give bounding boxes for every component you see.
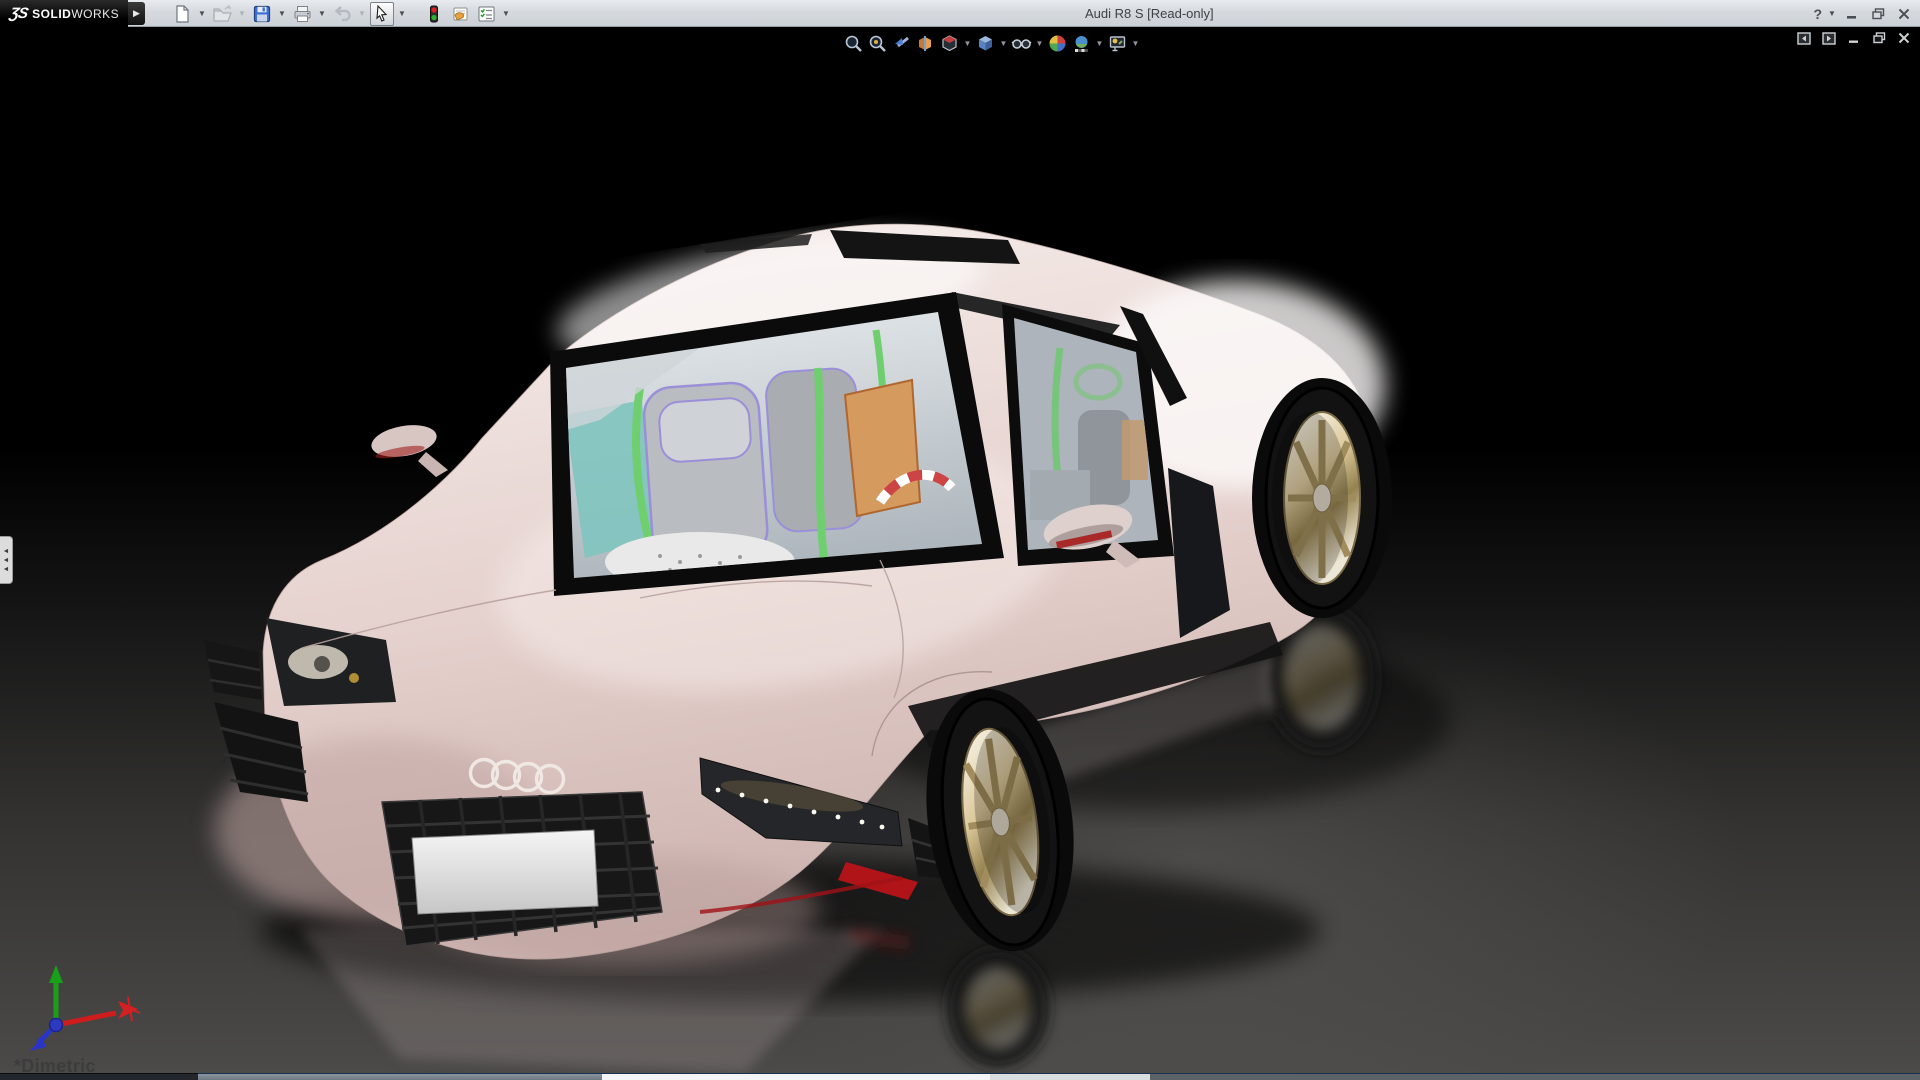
view-settings-dropdown[interactable]: ▼ xyxy=(1130,32,1141,55)
solidworks-window: ƷS SOLID WORKS ▶ ▼ ▼ ▼ ▼ ▼ ▼ ▼ Audi R8 S… xyxy=(0,0,1920,1080)
viewport-canvas[interactable]: ▼ ▼ ▼ ▼ ▼ ◄ ◄ ◄ *Dimetric xyxy=(0,27,1920,1073)
status-segment xyxy=(198,1074,602,1080)
previous-view-icon[interactable] xyxy=(890,32,913,55)
collapse-arrow-icon: ◄ xyxy=(2,547,10,555)
print-icon[interactable] xyxy=(290,2,314,26)
heads-up-view-toolbar: ▼ ▼ ▼ ▼ ▼ xyxy=(842,30,1141,56)
status-segment xyxy=(1150,1074,1920,1080)
status-segment xyxy=(602,1074,990,1080)
doc-restore-icon[interactable] xyxy=(1871,31,1887,45)
undo-dropdown[interactable]: ▼ xyxy=(356,2,368,26)
help-dropdown[interactable]: ▼ xyxy=(1828,2,1836,26)
hide-show-items-dropdown[interactable]: ▼ xyxy=(1034,32,1045,55)
rear-wheel[interactable] xyxy=(1252,378,1392,618)
view-orientation-dropdown[interactable]: ▼ xyxy=(962,32,973,55)
car-model[interactable] xyxy=(0,27,1920,1073)
undo-icon[interactable] xyxy=(330,2,354,26)
view-settings-icon[interactable] xyxy=(1106,32,1129,55)
help-icon[interactable]: ? xyxy=(1813,6,1822,22)
collapse-arrow-icon: ◄ xyxy=(2,565,10,573)
status-segment xyxy=(0,1073,198,1080)
doc-minimize-icon[interactable] xyxy=(1846,31,1862,45)
save-icon[interactable] xyxy=(250,2,274,26)
left-mirror xyxy=(371,425,448,477)
hide-show-items-icon[interactable] xyxy=(1010,32,1033,55)
status-segment xyxy=(990,1074,1150,1080)
select-cursor-icon[interactable] xyxy=(370,1,394,26)
open-document-icon[interactable] xyxy=(210,2,234,26)
menu-expand-tab[interactable]: ▶ xyxy=(128,2,145,25)
zoom-to-area-icon[interactable] xyxy=(866,32,889,55)
select-cursor-dropdown[interactable]: ▼ xyxy=(396,2,408,26)
app-minimize-icon[interactable] xyxy=(1842,4,1862,24)
apply-scene-dropdown[interactable]: ▼ xyxy=(1094,32,1105,55)
doc-close-icon[interactable] xyxy=(1896,31,1912,45)
feature-manager-collapsed-tab[interactable]: ◄ ◄ ◄ xyxy=(0,536,13,584)
pane-right-toggle-icon[interactable] xyxy=(1821,31,1837,45)
brand-mark: ƷS xyxy=(8,5,29,22)
window-title: Audi R8 S [Read-only] xyxy=(1085,6,1214,21)
traffic-light-icon[interactable] xyxy=(422,2,446,26)
brand-solid: SOLID xyxy=(32,6,72,21)
title-bar: ƷS SOLID WORKS ▶ ▼ ▼ ▼ ▼ ▼ ▼ ▼ Audi R8 S… xyxy=(0,0,1920,27)
edit-appearance-icon[interactable] xyxy=(1046,32,1069,55)
save-dropdown[interactable]: ▼ xyxy=(276,2,288,26)
print-dropdown[interactable]: ▼ xyxy=(316,2,328,26)
view-orientation-label: *Dimetric xyxy=(14,1056,96,1073)
titlebar-window-controls: ? ▼ xyxy=(1813,0,1914,27)
new-document-dropdown[interactable]: ▼ xyxy=(196,2,208,26)
pane-left-toggle-icon[interactable] xyxy=(1796,31,1812,45)
solidworks-logo: ƷS SOLID WORKS xyxy=(0,0,128,27)
status-strip xyxy=(0,1073,1920,1080)
document-window-controls xyxy=(1796,31,1912,45)
zoom-to-fit-icon[interactable] xyxy=(842,32,865,55)
section-view-icon[interactable] xyxy=(914,32,937,55)
orientation-triad xyxy=(30,965,141,1051)
brand-works: WORKS xyxy=(71,6,120,21)
app-restore-icon[interactable] xyxy=(1868,4,1888,24)
view-orientation-icon[interactable] xyxy=(938,32,961,55)
new-document-icon[interactable] xyxy=(170,2,194,26)
display-style-icon[interactable] xyxy=(974,32,997,55)
apply-scene-icon[interactable] xyxy=(1070,32,1093,55)
collapse-arrow-icon: ◄ xyxy=(2,556,10,564)
checklist-options-icon[interactable] xyxy=(474,2,498,26)
main-toolbar: ▼ ▼ ▼ ▼ ▼ ▼ ▼ xyxy=(170,0,512,27)
annotation-note-icon[interactable] xyxy=(448,2,472,26)
open-document-dropdown[interactable]: ▼ xyxy=(236,2,248,26)
app-close-icon[interactable] xyxy=(1894,4,1914,24)
license-plate xyxy=(411,829,599,915)
display-style-dropdown[interactable]: ▼ xyxy=(998,32,1009,55)
checklist-options-dropdown[interactable]: ▼ xyxy=(500,2,512,26)
